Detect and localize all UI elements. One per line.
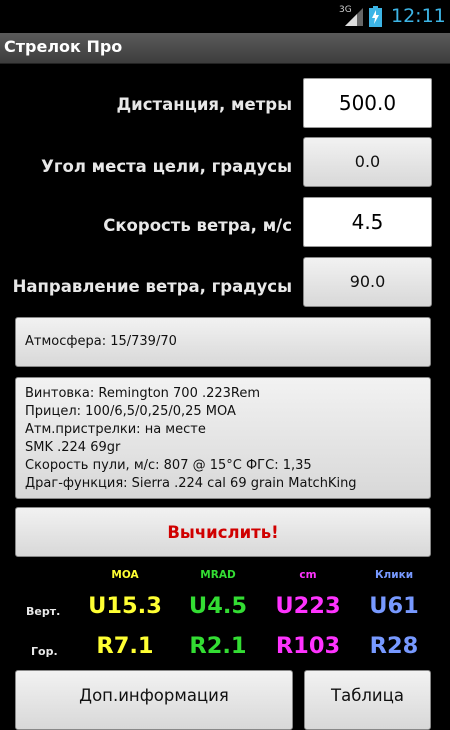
clock: 12:11 [391,5,446,27]
velocity-line: Скорость пули, м/с: 807 @ 15°C ФГС: 1,35 [25,458,312,473]
vertical-mrad-value: U4.5 [188,593,248,619]
atmosphere-button[interactable]: Атмосфера: 15/739/70 [15,317,431,367]
header-moa: MOA [111,569,139,581]
vertical-row-label: Верт. [26,605,61,618]
calculate-button[interactable]: Вычислить! [15,507,431,557]
more-info-button[interactable]: Доп.информация [15,670,293,730]
header-clicks: Клики [374,569,414,581]
header-mrad: MRAD [200,569,236,581]
bullet-line: SMK .224 69gr [25,440,121,455]
scope-line: Прицел: 100/6,5/0,25/0,25 MOA [25,404,236,419]
table-button[interactable]: Таблица [304,670,431,730]
wind-direction-field[interactable]: 90.0 [303,257,432,307]
wind-direction-label: Направление ветра, градусы [12,277,292,296]
zero-atmosphere-line: Атм.пристрелки: на месте [25,422,206,437]
wind-speed-field[interactable]: 4.5 [303,197,432,247]
horizontal-clicks-value: R28 [369,633,419,659]
app-title-bar: Стрелок Про [0,33,450,64]
target-angle-field[interactable]: 0.0 [303,137,432,187]
horizontal-cm-value: R103 [275,633,341,659]
wind-speed-label: Скорость ветра, м/с [103,216,292,235]
vertical-cm-value: U223 [275,593,341,619]
distance-field[interactable]: 500.0 [303,78,432,128]
header-cm: cm [299,569,317,581]
rifle-line: Винтовка: Remington 700 .223Rem [25,386,261,401]
battery-charging-icon [369,6,382,27]
drag-function-line: Драг-функция: Sierra .224 cal 69 grain M… [25,476,357,491]
target-angle-label: Угол места цели, градусы [41,157,292,176]
signal-icon [345,8,363,26]
distance-label: Дистанция, метры [116,95,292,114]
vertical-moa-value: U15.3 [88,593,162,619]
rifle-info-button[interactable]: Винтовка: Remington 700 .223Rem Прицел: … [15,377,431,499]
horizontal-mrad-value: R2.1 [189,633,247,659]
app-title: Стрелок Про [4,37,123,56]
status-bar: 3G 12:11 [0,0,450,33]
horizontal-row-label: Гор. [31,645,58,658]
horizontal-moa-value: R7.1 [96,633,154,659]
vertical-clicks-value: U61 [369,593,419,619]
